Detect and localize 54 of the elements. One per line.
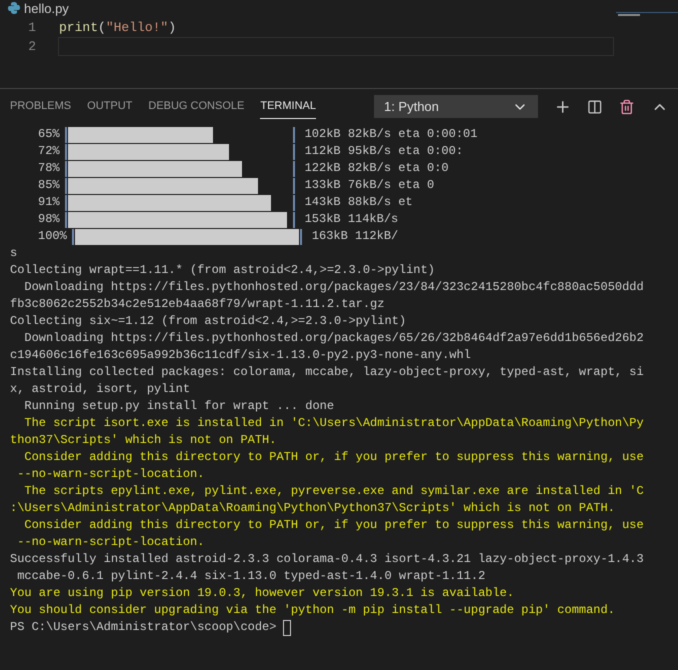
terminal-line: Successfully installed astroid-2.3.3 colorama-0.4.3 isort-4.3.21 lazy-object-proxy-1.4.3	[10, 551, 644, 568]
progress-percent: 100%	[38, 228, 67, 245]
line-number: 2	[27, 38, 36, 56]
progress-percent: 78%	[38, 160, 60, 177]
progress-percent: 85%	[38, 177, 60, 194]
progress-reading: 163kB 112kB/	[312, 228, 398, 245]
minimap	[616, 12, 678, 18]
terminal-prompt: PS C:\Users\Administrator\scoop\code>	[10, 619, 276, 636]
terminal-line: Consider adding this directory to PATH or, if you prefer to suppress this warning, use	[23, 449, 644, 466]
code-token: "Hello!"	[106, 18, 168, 37]
terminal-line: mccabe-0.6.1 pylint-2.4.4 six-1.13.0 typed-ast-1.4.0 wrapt-1.11.2	[16, 568, 486, 585]
terminal-line: Consider adding this directory to PATH or, if you prefer to suppress this warning, use	[23, 517, 644, 534]
progress-reading: 122kB 82kB/s eta 0:0	[304, 160, 449, 177]
terminal-line: x, astroid, isort, pylint	[10, 381, 190, 398]
terminal-line: Downloading https://files.pythonhosted.org/packages/65/26/32b8464df2a97e6dd1b656ed26b2	[23, 330, 644, 347]
terminal-cursor	[283, 620, 292, 636]
terminal-line: You should consider upgrading via the 'python -m pip install --upgrade pip' command.	[10, 602, 615, 619]
terminal-select[interactable]: 1: Python	[374, 95, 538, 118]
terminal-line: Collecting six~=1.12 (from astroid<2.4,>=2.3.0->pylint)	[10, 313, 406, 330]
terminal-line: You are using pip version 19.0.3, however version 19.3.1 is available.	[10, 585, 514, 602]
terminal-line: Installing collected packages: colorama, mccabe, lazy-object-proxy, typed-ast, wrapt, si	[10, 364, 644, 381]
progress-percent: 91%	[38, 194, 60, 211]
progress-reading: 112kB 95kB/s eta 0:00:	[304, 143, 464, 160]
progress-reading: 102kB 82kB/s eta 0:00:01	[304, 126, 478, 143]
terminal-line: --no-warn-script-location.	[16, 466, 204, 483]
progress-reading: 133kB 76kB/s eta 0	[304, 177, 434, 194]
python-logo-icon	[8, 2, 20, 14]
terminal-line: Downloading https://files.pythonhosted.org/packages/23/84/323c2415280bc4fc880ac5050ddd	[23, 279, 644, 296]
progress-percent: 98%	[38, 211, 60, 228]
terminal-line: s	[10, 245, 18, 262]
split-icon[interactable]	[587, 98, 603, 114]
terminal-line: :\Users\Administrator\AppData\Roaming\Python\Python37\Scripts' which is not on PATH.	[10, 500, 615, 517]
progress-reading: 153kB 114kB/s	[304, 211, 398, 228]
terminal-line: c194606c16fe163c695a992b36c11cdf/six-1.13.0-py2.py3-none-any.whl	[10, 347, 471, 364]
progress-percent: 72%	[38, 143, 60, 160]
terminal-line: fb3c8062c2552b34c2e512eb4aa68f79/wrapt-1.11.2.tar.gz	[10, 296, 384, 313]
terminal-line: thon37\Scripts' which is not on PATH.	[10, 432, 276, 449]
line-number: 1	[27, 18, 36, 37]
terminal-line: The scripts epylint.exe, pylint.exe, pyreverse.exe and symilar.exe are installed in 'C	[23, 483, 644, 500]
code-token: (	[98, 18, 106, 37]
terminal-line: Collecting wrapt==1.11.* (from astroid<2.4,>=2.3.0->pylint)	[10, 262, 435, 279]
code-token: print	[59, 18, 98, 37]
file-tab[interactable]: hello.py	[24, 2, 69, 14]
terminal-line: The script isort.exe is installed in 'C:\Users\Administrator\AppData\Roaming\Python\Py	[23, 415, 644, 432]
terminal-line: --no-warn-script-location.	[16, 534, 204, 551]
progress-percent: 65%	[38, 126, 60, 143]
panel-tab[interactable]: DEBUG CONSOLE	[148, 94, 244, 119]
progress-reading: 143kB 88kB/s et	[304, 194, 413, 211]
terminal-line: Running setup.py install for wrapt ... done	[23, 398, 334, 415]
trash-icon[interactable]	[618, 98, 634, 114]
panel-tab[interactable]: TERMINAL	[260, 94, 316, 119]
panel-tab[interactable]: PROBLEMS	[10, 94, 72, 119]
panel-tab[interactable]: OUTPUT	[87, 94, 132, 119]
code-token: )	[168, 18, 176, 37]
